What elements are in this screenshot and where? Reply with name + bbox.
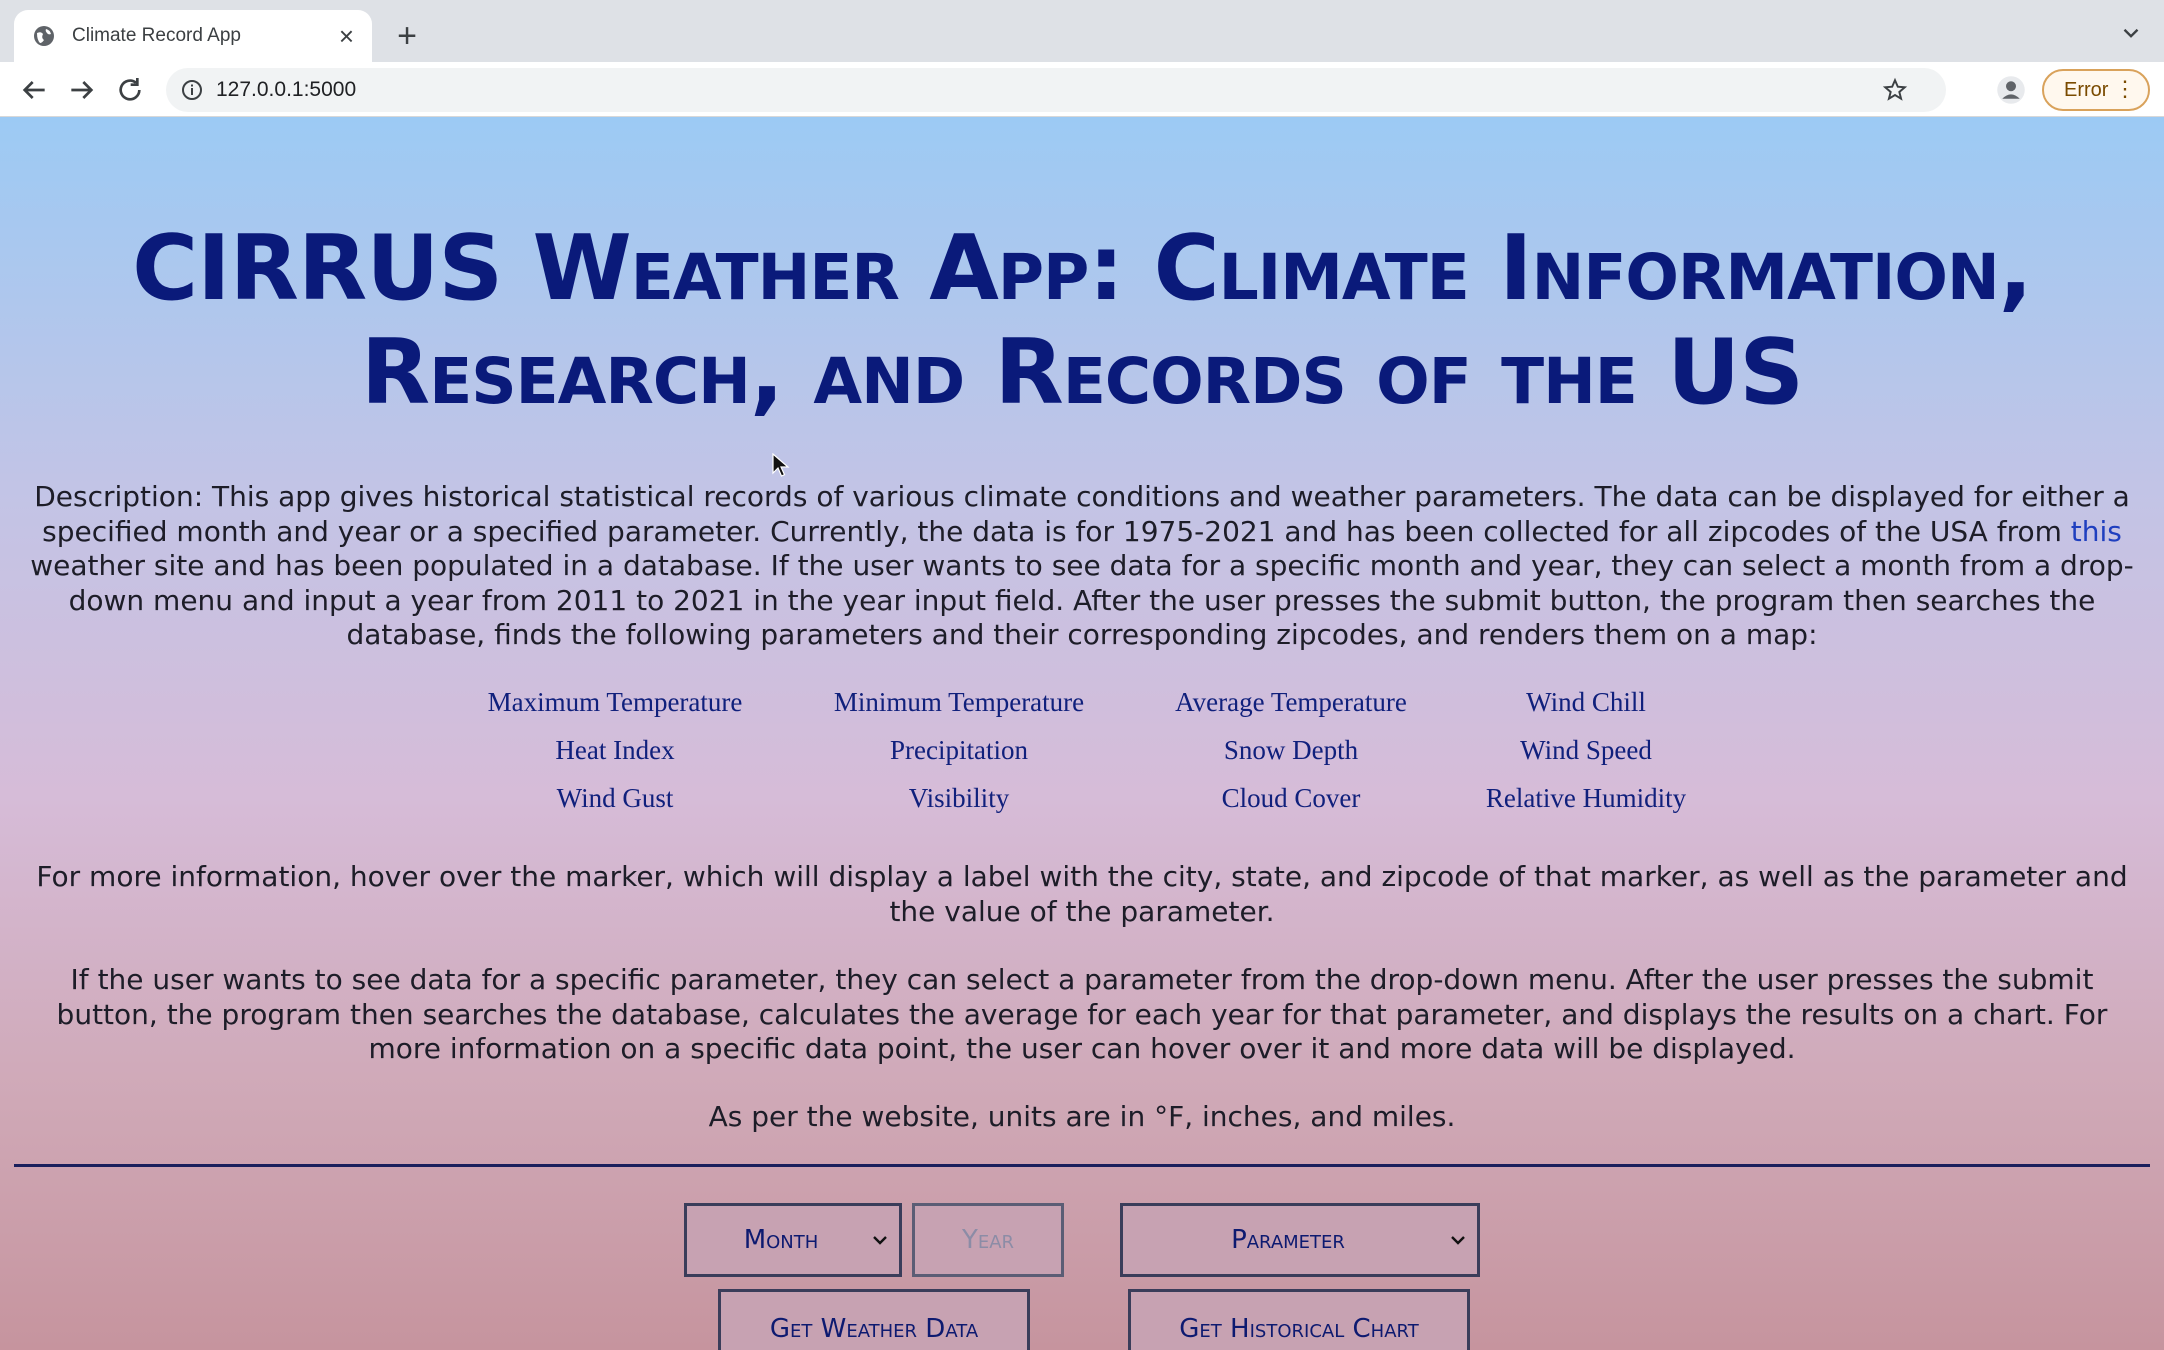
- parameter-item: Snow Depth: [1223, 735, 1359, 765]
- browser-tab[interactable]: Climate Record App ×: [14, 10, 372, 62]
- description-text-end: weather site and has been populated in a…: [30, 549, 2134, 651]
- month-select-value: Month: [743, 1225, 819, 1255]
- parameter-item: Precipitation: [890, 735, 1028, 765]
- page-viewport: CIRRUS Weather App: Climate Information,…: [0, 117, 2164, 1350]
- error-label: Error: [2064, 78, 2109, 101]
- error-button[interactable]: Error ⋮: [2042, 69, 2150, 111]
- parameter-select-value: Parameter: [1231, 1225, 1345, 1255]
- chevron-down-icon: [873, 1236, 887, 1245]
- parameter-item: Wind Gust: [556, 783, 674, 813]
- reload-icon[interactable]: [114, 74, 146, 106]
- info-icon[interactable]: [180, 78, 204, 102]
- parameter-item: Minimum Temperature: [833, 687, 1085, 717]
- chart-info-paragraph: If the user wants to see data for a spec…: [56, 963, 2108, 1065]
- new-tab-button[interactable]: +: [392, 16, 422, 56]
- parameter-item: Heat Index: [555, 735, 675, 765]
- get-historical-chart-label: Get Historical Chart: [1179, 1314, 1419, 1344]
- divider: [14, 1164, 2150, 1167]
- more-menu-icon[interactable]: ⋮: [2114, 78, 2136, 100]
- parameter-item: Wind Chill: [1526, 687, 1646, 717]
- browser-toolbar: 127.0.0.1:5000 Error ⋮: [0, 62, 2164, 117]
- parameter-select[interactable]: Parameter: [1120, 1203, 1480, 1277]
- parameter-item: Wind Speed: [1520, 735, 1652, 765]
- month-select[interactable]: Month: [684, 1203, 902, 1277]
- year-input[interactable]: Year: [912, 1203, 1064, 1277]
- profile-avatar-icon[interactable]: [1996, 75, 2026, 105]
- tab-strip: Climate Record App × +: [0, 0, 2164, 62]
- marker-info-paragraph: For more information, hover over the mar…: [36, 860, 2128, 928]
- parameter-item: Visibility: [908, 783, 1010, 813]
- page-title: CIRRUS Weather App: Climate Information,…: [132, 216, 2033, 425]
- forward-arrow-icon[interactable]: [66, 74, 98, 106]
- tab-title: Climate Record App: [72, 25, 241, 46]
- address-bar[interactable]: 127.0.0.1:5000: [166, 68, 1946, 112]
- chevron-down-icon: [1451, 1236, 1465, 1245]
- parameter-item: Maximum Temperature: [487, 687, 743, 717]
- parameter-item: Average Temperature: [1175, 687, 1407, 717]
- get-historical-chart-button[interactable]: Get Historical Chart: [1128, 1289, 1470, 1350]
- units-note: As per the website, units are in °F, inc…: [708, 1100, 1456, 1133]
- chevron-down-icon[interactable]: [2118, 20, 2144, 46]
- globe-icon: [34, 26, 54, 46]
- parameter-list: Maximum Temperature Minimum Temperature …: [0, 687, 2164, 837]
- mouse-cursor-icon: [772, 453, 790, 477]
- url-text: 127.0.0.1:5000: [216, 78, 357, 101]
- description-paragraph: Description: This app gives historical s…: [20, 480, 2144, 653]
- close-tab-icon[interactable]: ×: [339, 23, 354, 49]
- parameter-item: Relative Humidity: [1485, 783, 1687, 813]
- weather-site-link[interactable]: this: [2071, 515, 2122, 548]
- get-weather-data-button[interactable]: Get Weather Data: [718, 1289, 1030, 1350]
- get-weather-data-label: Get Weather Data: [769, 1314, 979, 1344]
- bookmark-star-icon[interactable]: [1882, 77, 1908, 103]
- parameter-item: Cloud Cover: [1221, 783, 1361, 813]
- year-placeholder: Year: [961, 1225, 1015, 1255]
- back-arrow-icon[interactable]: [18, 74, 50, 106]
- description-text-start: Description: This app gives historical s…: [34, 480, 2130, 548]
